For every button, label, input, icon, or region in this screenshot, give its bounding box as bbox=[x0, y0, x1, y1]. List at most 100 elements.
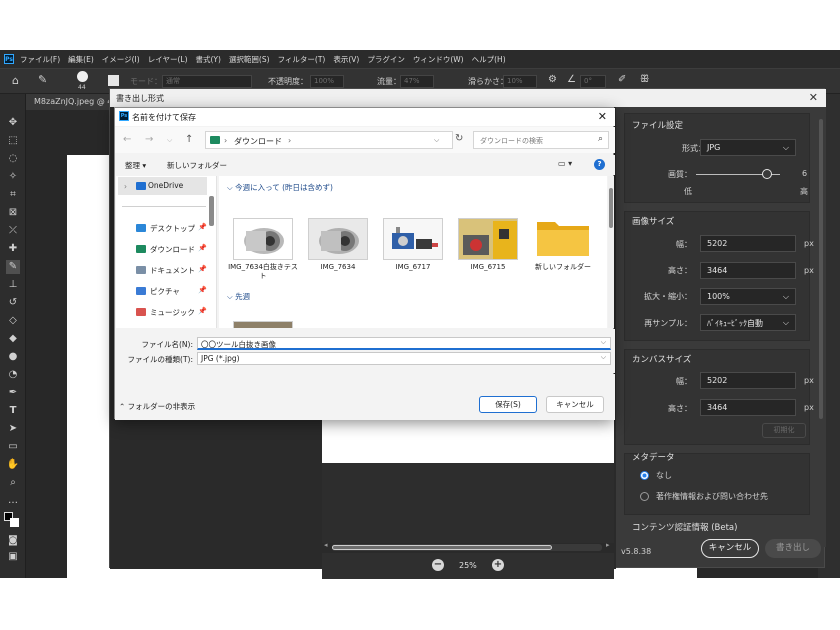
file-thumbnail-img-6717[interactable] bbox=[383, 218, 443, 260]
filename-input[interactable]: 〇〇ツール白抜き画像 ⌵ bbox=[197, 337, 611, 350]
brush-panel-icon[interactable] bbox=[108, 75, 119, 86]
document-tab[interactable]: M8zaZnJQ.jpeg @ 45 bbox=[26, 94, 116, 110]
menu-file[interactable]: ファイル(F) bbox=[20, 54, 60, 65]
scale-select[interactable]: 100% ⌵ bbox=[700, 288, 796, 305]
nav-scrollbar[interactable] bbox=[209, 196, 214, 226]
nav-onedrive[interactable]: OneDrive bbox=[148, 181, 183, 190]
chevron-down-icon[interactable]: ⌵ bbox=[601, 353, 606, 362]
smoothing-input[interactable]: 10% bbox=[503, 75, 537, 88]
canvas-height-input[interactable]: 3464 bbox=[700, 399, 796, 416]
file-thumbnail-img-7634-test[interactable] bbox=[233, 218, 293, 260]
file-thumbnail-img-6715[interactable] bbox=[458, 218, 518, 260]
file-thumbnail-last-week[interactable] bbox=[233, 321, 293, 328]
file-list-scrollbar[interactable] bbox=[608, 176, 614, 328]
nav-downloads[interactable]: ダウンロード bbox=[150, 244, 195, 255]
nav-pictures[interactable]: ピクチャ bbox=[150, 286, 180, 297]
settings-scrollbar[interactable] bbox=[819, 119, 823, 419]
hand-tool-icon[interactable]: ✋ bbox=[6, 458, 20, 472]
chevron-down-icon[interactable]: ⌵ bbox=[601, 338, 606, 347]
blur-tool-icon[interactable]: ● bbox=[6, 350, 20, 364]
crop-tool-icon[interactable]: ⌗ bbox=[6, 188, 20, 202]
zoom-out-icon[interactable]: − bbox=[432, 559, 444, 571]
file-name-img-6717[interactable]: IMG_6717 bbox=[375, 263, 451, 272]
menu-plugins[interactable]: プラグイン bbox=[367, 54, 405, 65]
history-brush-icon[interactable]: ↺ bbox=[6, 296, 20, 310]
organize-button[interactable]: 整理 ▾ bbox=[125, 160, 146, 171]
menu-help[interactable]: ヘルプ(H) bbox=[472, 54, 506, 65]
mode-select[interactable]: 通常 bbox=[162, 75, 252, 88]
quality-slider-knob[interactable] bbox=[761, 169, 772, 179]
lasso-tool-icon[interactable]: ◌ bbox=[6, 152, 20, 166]
back-arrow-icon[interactable]: ← bbox=[123, 134, 131, 145]
menu-view[interactable]: 表示(V) bbox=[333, 54, 359, 65]
home-icon[interactable]: ⌂ bbox=[12, 74, 19, 87]
dodge-tool-icon[interactable]: ◔ bbox=[6, 368, 20, 382]
symmetry-icon[interactable]: ꕥ bbox=[640, 74, 649, 85]
breadcrumb-chevron-icon[interactable]: › bbox=[288, 136, 291, 145]
healing-tool-icon[interactable]: ✚ bbox=[6, 242, 20, 256]
zoom-tool-icon[interactable]: ⌕ bbox=[6, 476, 20, 490]
background-color-swatch[interactable] bbox=[10, 518, 19, 527]
close-icon[interactable]: ✕ bbox=[598, 110, 607, 123]
eyedropper-tool-icon[interactable]: ⤫ bbox=[6, 224, 20, 238]
frame-tool-icon[interactable]: ⊠ bbox=[6, 206, 20, 220]
stamp-tool-icon[interactable]: ⊥ bbox=[6, 278, 20, 292]
menu-filter[interactable]: フィルター(T) bbox=[278, 54, 326, 65]
format-select[interactable]: JPG ⌵ bbox=[700, 139, 796, 156]
pen-tool-icon[interactable]: ✒ bbox=[6, 386, 20, 400]
breadcrumb-downloads[interactable]: ダウンロード bbox=[234, 136, 282, 147]
history-chevron-icon[interactable]: ⌵ bbox=[167, 136, 172, 145]
up-arrow-icon[interactable]: ↑ bbox=[185, 134, 193, 145]
view-options-icon[interactable]: ▭ ▾ bbox=[558, 159, 572, 168]
cancel-button[interactable]: キャンセル bbox=[546, 396, 604, 413]
move-tool-icon[interactable]: ✥ bbox=[6, 116, 20, 130]
screen-mode-icon[interactable]: ▣ bbox=[6, 550, 20, 564]
image-height-input[interactable]: 3464 bbox=[700, 262, 796, 279]
folder-icon[interactable] bbox=[533, 212, 593, 260]
filetype-select[interactable]: JPG (*.jpg) ⌵ bbox=[197, 352, 611, 365]
marquee-tool-icon[interactable]: ⬚ bbox=[6, 134, 20, 148]
scroll-right-icon[interactable]: ▸ bbox=[606, 541, 610, 549]
menu-layer[interactable]: レイヤー(L) bbox=[148, 54, 188, 65]
hide-folders-toggle[interactable]: ⌃ フォルダーの非表示 bbox=[119, 401, 195, 412]
metadata-none-radio[interactable] bbox=[640, 471, 649, 480]
group-header-this-week[interactable]: ⌵ 今週に入って (昨日は含めず) bbox=[227, 182, 333, 193]
nav-documents[interactable]: ドキュメント bbox=[150, 265, 195, 276]
export-button[interactable]: 書き出し bbox=[765, 539, 821, 558]
preview-scrollbar[interactable] bbox=[332, 544, 602, 551]
export-close-icon[interactable]: ✕ bbox=[809, 91, 818, 104]
file-thumbnail-img-7634[interactable] bbox=[308, 218, 368, 260]
menu-image[interactable]: イメージ(I) bbox=[102, 54, 140, 65]
brush-tool-icon[interactable]: ✎ bbox=[38, 73, 47, 86]
menu-select[interactable]: 選択範囲(S) bbox=[229, 54, 270, 65]
eraser-tool-icon[interactable]: ◇ bbox=[6, 314, 20, 328]
brush-preview-icon[interactable] bbox=[77, 71, 88, 82]
brush-tool-active-icon[interactable]: ✎ bbox=[6, 260, 20, 274]
menu-window[interactable]: ウィンドウ(W) bbox=[413, 54, 464, 65]
opacity-input[interactable]: 100% bbox=[310, 75, 344, 88]
more-tools-icon[interactable]: … bbox=[6, 494, 20, 508]
address-dropdown-icon[interactable]: ⌵ bbox=[434, 136, 439, 145]
file-name-img-7634-test[interactable]: IMG_7634白抜きテスト bbox=[225, 263, 301, 281]
menu-edit[interactable]: 編集(E) bbox=[68, 54, 94, 65]
resample-select[interactable]: ﾊﾞｲｷｭｰﾋﾞｯｸ自動 ⌵ bbox=[700, 314, 796, 331]
nav-desktop[interactable]: デスクトップ bbox=[150, 223, 195, 234]
magic-wand-tool-icon[interactable]: ✧ bbox=[6, 170, 20, 184]
scroll-left-icon[interactable]: ◂ bbox=[324, 541, 328, 549]
export-cancel-button[interactable]: キャンセル bbox=[701, 539, 759, 558]
canvas-width-input[interactable]: 5202 bbox=[700, 372, 796, 389]
folder-name-new-folder[interactable]: 新しいフォルダー bbox=[525, 263, 601, 272]
type-tool-icon[interactable]: T bbox=[6, 404, 20, 418]
zoom-in-icon[interactable]: + bbox=[492, 559, 504, 571]
forward-arrow-icon[interactable]: → bbox=[145, 134, 153, 145]
save-button[interactable]: 保存(S) bbox=[479, 396, 537, 413]
search-input[interactable]: ダウンロードの検索 ⌕ bbox=[473, 131, 609, 149]
group-header-last-week[interactable]: ⌵ 先週 bbox=[227, 291, 250, 302]
angle-input[interactable]: 0° bbox=[580, 75, 606, 88]
refresh-icon[interactable]: ↻ bbox=[455, 133, 463, 144]
metadata-copyright-radio[interactable] bbox=[640, 492, 649, 501]
expand-chevron-icon[interactable]: › bbox=[124, 182, 127, 191]
quick-mask-icon[interactable]: ◙ bbox=[6, 534, 20, 548]
reset-button[interactable]: 初期化 bbox=[762, 423, 806, 438]
rectangle-tool-icon[interactable]: ▭ bbox=[6, 440, 20, 454]
